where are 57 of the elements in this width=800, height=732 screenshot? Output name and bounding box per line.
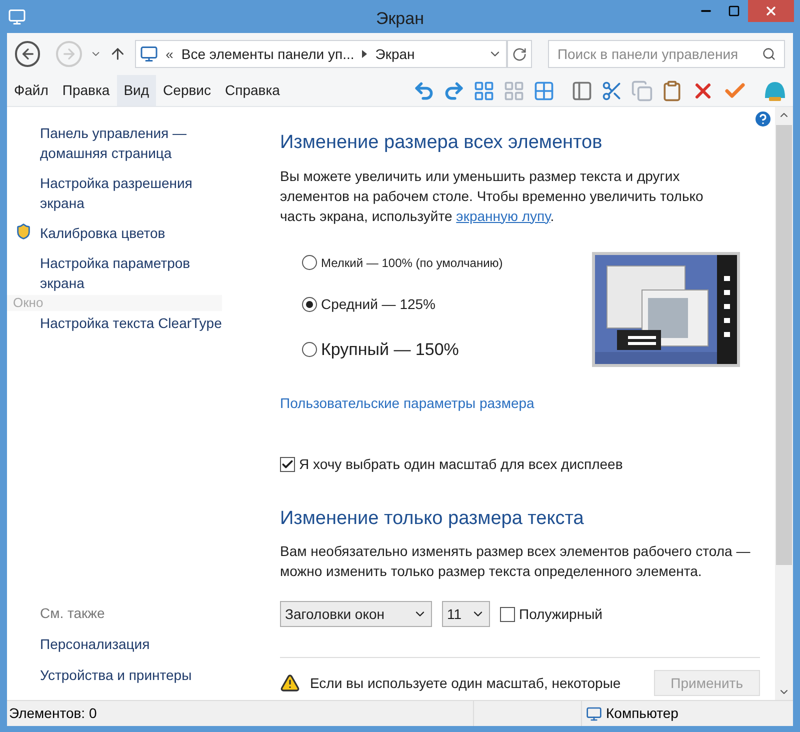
menu-item[interactable]: Файл — [7, 75, 56, 106]
zone-text: Компьютер — [606, 704, 678, 723]
shield-icon — [15, 223, 32, 240]
menu-item[interactable]: Сервис — [156, 75, 218, 106]
close-icon — [764, 4, 778, 18]
warning-text: Если вы используете один масштаб, некоторые — [310, 674, 621, 693]
ghost-tooltip: Окно — [7, 295, 222, 311]
description-text: Вам необязательно изменять размер всех элементов рабочего стола — можно изменить только размер текста определенного элемента. — [280, 542, 752, 581]
sidebar-link[interactable]: Настройка параметров экрана — [40, 253, 225, 293]
breadcrumb[interactable]: Экран — [375, 44, 415, 64]
close-button[interactable] — [748, 0, 794, 22]
menu-item[interactable]: Правка — [55, 75, 117, 106]
app-icon — [8, 8, 26, 26]
monitor-icon — [140, 45, 158, 63]
scrollbar[interactable] — [775, 107, 793, 700]
menu-item[interactable]: Справка — [218, 75, 287, 106]
computer-icon — [586, 706, 602, 722]
arrow-right-icon — [60, 46, 77, 62]
refresh-button[interactable] — [507, 40, 532, 68]
maximize-icon — [728, 5, 740, 17]
checkbox[interactable] — [500, 606, 515, 622]
chevron-right-icon — [362, 50, 368, 58]
search-field[interactable]: Поиск в панели управления — [548, 40, 785, 68]
radio-button[interactable] — [302, 296, 317, 312]
element-select[interactable]: Заголовки окон — [280, 601, 432, 627]
sidebar-link[interactable]: Настройка разрешения экрана — [40, 173, 225, 213]
menu-item[interactable]: Вид — [116, 75, 156, 106]
search-icon — [762, 47, 776, 61]
magnifier-link[interactable]: экранную лупу — [456, 208, 550, 224]
window-title: Экран — [376, 8, 424, 30]
sidebar-link[interactable]: Устройства и принтеры — [40, 665, 272, 686]
help-icon[interactable] — [753, 109, 773, 129]
sidebar-link[interactable]: Панель управления — домашняя страница — [40, 123, 225, 163]
checkbox-option[interactable]: Полужирный — [500, 604, 602, 624]
sidebar-link[interactable]: Настройка текста ClearType — [40, 313, 225, 333]
refresh-icon — [512, 46, 528, 62]
radio-option[interactable]: Средний — 125% — [302, 294, 572, 314]
see-also-heading: См. также — [40, 604, 106, 623]
warning-icon — [280, 673, 300, 693]
back-button[interactable] — [15, 41, 40, 67]
status-text: Элементов: 0 — [8, 704, 98, 723]
checkbox[interactable] — [280, 456, 295, 472]
breadcrumb-separator: « — [166, 44, 174, 64]
address-bar[interactable]: « Все элементы панели уп... Экран — [134, 40, 508, 68]
description-text: Вы можете увеличить или уменьшить размер текста и других элементов на рабочем столе. Чтобы временно увеличить только часть экрана, используйте экранную лупу. — [280, 166, 704, 226]
size-select[interactable]: 11 — [442, 601, 490, 627]
radio-option[interactable]: Крупный — 150% — [302, 336, 572, 362]
breadcrumb[interactable]: Все элементы панели уп... — [181, 44, 354, 64]
radio-button[interactable] — [302, 255, 317, 270]
section-heading: Изменение размера всех элементов — [280, 131, 604, 155]
section-heading: Изменение только размера текста — [280, 506, 585, 530]
sidebar-link[interactable]: Персонализация — [40, 634, 272, 655]
custom-size-link[interactable]: Пользовательские параметры размера — [280, 392, 765, 414]
sidebar-link[interactable]: Калибровка цветов — [40, 223, 225, 243]
checkbox-option[interactable]: Я хочу выбрать один масштаб для всех дисплеев — [280, 454, 765, 474]
radio-option[interactable]: Мелкий — 100% (по умолчанию) — [302, 254, 572, 272]
radio-button[interactable] — [302, 342, 317, 357]
